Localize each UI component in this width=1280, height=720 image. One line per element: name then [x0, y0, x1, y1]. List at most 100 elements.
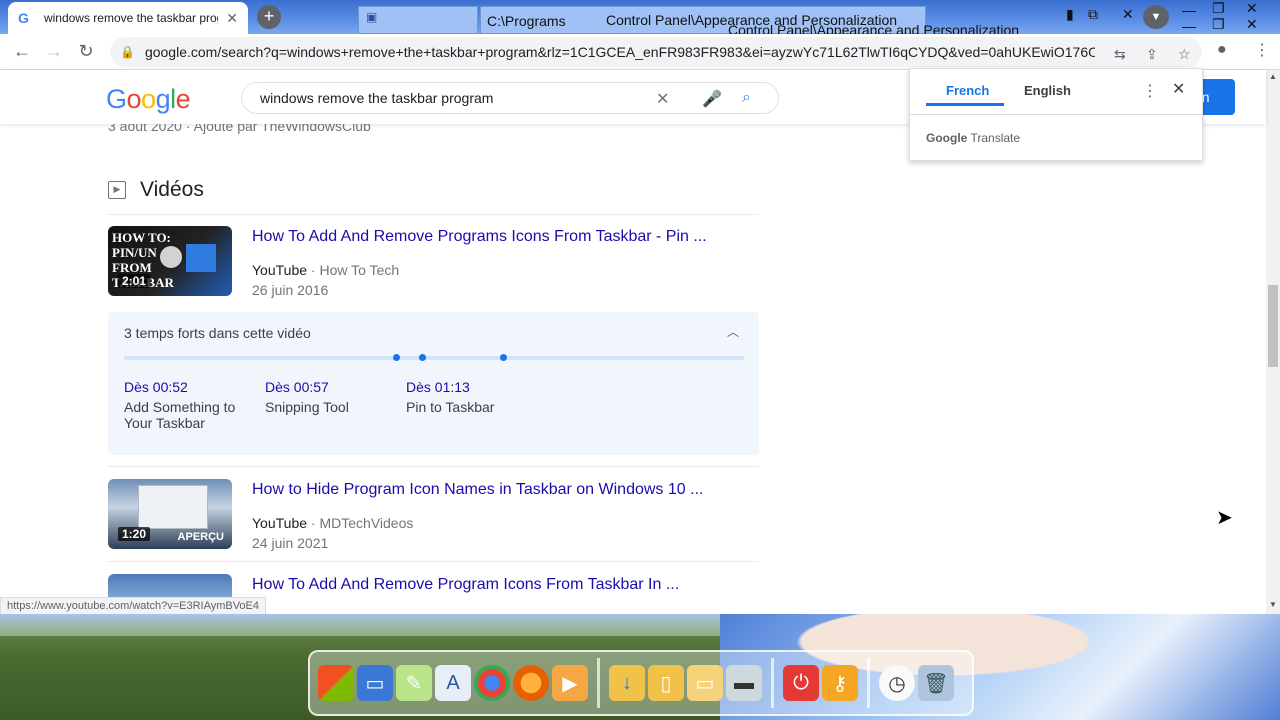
address-bar[interactable]: 🔒 google.com/search?q=windows+remove+the… [110, 37, 1202, 67]
video-title-link[interactable]: How to Hide Program Icon Names in Taskba… [252, 481, 703, 499]
video-duration: 1:20 [118, 527, 151, 541]
key-icon[interactable]: ⚷ [822, 665, 858, 701]
video-source: YouTube · MDTechVideos [252, 515, 414, 531]
reload-icon[interactable]: ↻ [70, 41, 102, 62]
key-moments-heading: 3 temps forts dans cette vidéo [124, 325, 311, 341]
key-moment[interactable]: Dès 00:57 Snipping Tool [265, 379, 395, 415]
videos-heading: ▶ Vidéos [108, 178, 204, 202]
key-moment-label: Pin to Taskbar [406, 399, 495, 415]
video-result[interactable]: HOW TO: PIN/UN FROM TASKBAR 2:01 How To … [108, 226, 759, 298]
video-site: YouTube [252, 262, 308, 278]
notes-icon[interactable]: ✎ [396, 665, 432, 701]
key-moment-time[interactable]: Dès 01:13 [406, 379, 536, 395]
computer-icon[interactable]: ▭ [357, 665, 393, 701]
preview-badge: APERÇU [177, 531, 224, 543]
open-folder-icon[interactable]: ▭ [687, 665, 723, 701]
scrollbar-thumb[interactable] [1268, 285, 1278, 367]
downloads-folder-icon[interactable]: ↓ [609, 665, 645, 701]
scroll-down-icon[interactable]: ▼ [1269, 600, 1277, 609]
maximize-icon[interactable]: ❐ [1212, 16, 1225, 33]
clock-icon[interactable]: ◷ [879, 665, 915, 701]
chevron-up-icon[interactable]: ︿ [727, 323, 739, 340]
close-window-icon[interactable]: ✕ [1122, 6, 1134, 23]
link-status-bar: https://www.youtube.com/watch?v=E3RIAymB… [0, 597, 267, 614]
video-title-link[interactable]: How To Add And Remove Programs Icons Fro… [252, 228, 707, 246]
close-icon[interactable]: ✕ [1172, 79, 1185, 99]
divider [108, 214, 759, 215]
document-icon[interactable]: A [435, 665, 471, 701]
video-duration: 2:01 [118, 274, 151, 288]
clear-icon[interactable]: ✕ [656, 89, 669, 109]
key-moment[interactable]: Dès 00:52 Add Something to Your Taskbar [124, 379, 254, 431]
profile-icon[interactable]: ● [1217, 41, 1227, 59]
active-tab-indicator [926, 103, 1004, 106]
language-tab-english[interactable]: English [1024, 83, 1071, 98]
translate-icon[interactable]: ⇆ [1114, 46, 1126, 63]
google-logo[interactable]: Google [106, 84, 191, 115]
video-source: YouTube · How To Tech [252, 262, 400, 278]
windows-logo-icon [186, 244, 216, 272]
minimize-icon[interactable]: — [1182, 18, 1196, 34]
video-result[interactable]: 1:20 APERÇU How to Hide Program Icon Nam… [108, 479, 759, 551]
recycle-bin-icon[interactable]: 🗑 [918, 665, 954, 701]
close-tab-icon[interactable]: ✕ [226, 10, 238, 27]
menu-kebab-icon[interactable]: ⋮ [1254, 40, 1270, 60]
drive-icon[interactable]: ▬ [726, 665, 762, 701]
new-tab-button[interactable]: + [257, 5, 281, 29]
search-box[interactable]: windows remove the taskbar program ✕ 🎤 ⌕ [241, 82, 779, 114]
key-moment-label: Add Something to Your Taskbar [124, 399, 236, 431]
language-tab-french[interactable]: French [946, 83, 989, 98]
play-icon: ▶ [108, 181, 126, 199]
close-browser-icon[interactable]: ✕ [1246, 16, 1258, 33]
divider [108, 561, 759, 562]
dock-separator [597, 658, 600, 708]
close-browser-icon[interactable]: ✕ [1246, 0, 1258, 17]
brand-translate: Translate [970, 131, 1021, 145]
key-moment-time[interactable]: Dès 00:52 [124, 379, 254, 395]
folder-icon: ▮ [1066, 6, 1074, 22]
page-scrollbar[interactable]: ▲ ▼ [1266, 70, 1280, 614]
search-input[interactable]: windows remove the taskbar program [260, 90, 650, 106]
tab-title: windows remove the taskbar program [43, 11, 218, 25]
chrome-icon[interactable] [474, 665, 510, 701]
video-date: 26 juin 2016 [252, 282, 329, 298]
key-moments-panel: 3 temps forts dans cette vidéo ︿ Dès 00:… [108, 312, 759, 455]
microphone-icon[interactable]: 🎤 [702, 89, 722, 109]
scroll-up-icon[interactable]: ▲ [1269, 72, 1277, 81]
start-windows-icon[interactable] [318, 665, 354, 701]
search-results: 3 août 2020 · Ajouté par TheWindowsClub … [0, 124, 1266, 614]
search-icon[interactable]: ⌕ [742, 89, 751, 107]
bookmark-star-icon[interactable]: ☆ [1178, 46, 1191, 63]
video-channel: MDTechVideos [319, 515, 414, 531]
video-site: YouTube [252, 515, 308, 531]
google-translate-brand: Google Translate [926, 131, 1020, 145]
maximize-icon[interactable]: ❐ [1212, 0, 1225, 17]
play-overlay-icon [160, 246, 182, 268]
key-moment[interactable]: Dès 01:13 Pin to Taskbar [406, 379, 536, 415]
video-title-link[interactable]: How To Add And Remove Program Icons From… [252, 576, 679, 594]
power-icon[interactable]: ⏻ [783, 665, 819, 701]
forward-arrow-icon[interactable]: → [38, 41, 70, 62]
share-icon[interactable]: ⇪ [1146, 46, 1158, 63]
key-moment-marker[interactable] [419, 354, 427, 361]
video-thumbnail[interactable]: HOW TO: PIN/UN FROM TASKBAR 2:01 [108, 226, 232, 296]
back-arrow-icon[interactable]: ← [6, 41, 38, 62]
media-player-icon[interactable]: ▶ [552, 665, 588, 701]
firefox-icon[interactable] [513, 665, 549, 701]
dock-separator [867, 658, 870, 708]
restore-icon[interactable]: ⧉ [1088, 6, 1098, 23]
video-date: 24 juin 2021 [252, 535, 329, 551]
key-moment-marker[interactable] [393, 354, 401, 361]
thumbnail-window [138, 485, 208, 529]
divider [108, 466, 759, 467]
minimize-icon[interactable]: — [1182, 2, 1196, 18]
translate-options-icon[interactable]: ⋮ [1142, 81, 1158, 101]
mouse-cursor-icon: ➤ [1216, 507, 1233, 529]
key-moment-time[interactable]: Dès 00:57 [265, 379, 395, 395]
browser-tab[interactable]: G windows remove the taskbar program ✕ [8, 2, 248, 34]
key-moment-marker[interactable] [499, 354, 507, 361]
video-thumbnail[interactable]: 1:20 APERÇU [108, 479, 232, 549]
folder-icon[interactable]: ▯ [648, 665, 684, 701]
tab-search-button[interactable]: ▼ [1143, 5, 1169, 29]
url-text: google.com/search?q=windows+remove+the+t… [144, 44, 1095, 60]
